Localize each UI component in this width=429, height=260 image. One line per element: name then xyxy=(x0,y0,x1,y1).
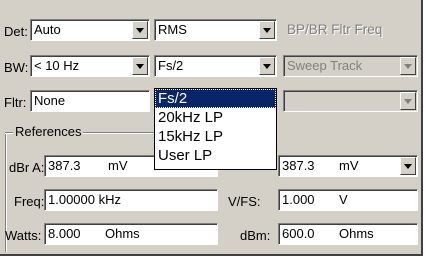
highpass-value: Fs/2 xyxy=(158,58,184,73)
bp-br-filter-freq-label: BP/BR Fltr Freq xyxy=(287,22,383,37)
chevron-down-icon xyxy=(400,57,416,75)
watts-label: Watts: xyxy=(5,228,42,243)
detector-select[interactable]: Auto xyxy=(30,19,150,41)
vfs-field[interactable]: 1.000 V xyxy=(278,189,418,211)
highpass-dropdown-list[interactable]: Fs/2 20kHz LP 15kHz LP User LP xyxy=(154,88,277,170)
mode-value: RMS xyxy=(158,22,187,37)
dropdown-option-15khz-lp[interactable]: 15kHz LP xyxy=(155,127,276,146)
bandwidth-value: < 10 Hz xyxy=(34,58,80,73)
measurement-mode-select[interactable]: RMS xyxy=(154,19,277,41)
dbm-unit: Ohms xyxy=(339,226,374,241)
frequency-value: 1.00000 kHz xyxy=(48,192,121,207)
fltr-label: Fltr: xyxy=(4,95,27,110)
filter-value: None xyxy=(34,93,66,108)
vfs-label: V/FS: xyxy=(228,194,261,209)
analyzer-settings-panel: Det: Auto RMS BP/BR Fltr Freq BW: < 10 H… xyxy=(0,0,423,256)
detector-value: Auto xyxy=(34,22,61,37)
dbra-label: dBr A: xyxy=(9,160,45,175)
dropdown-option-user-lp[interactable]: User LP xyxy=(155,146,276,165)
chevron-down-icon[interactable] xyxy=(400,157,416,175)
watts-unit: Ohms xyxy=(105,226,140,241)
chevron-down-icon[interactable] xyxy=(132,21,148,39)
vfs-unit: V xyxy=(339,192,348,207)
vfs-value: 1.000 xyxy=(282,192,315,207)
reference-voltage-value: 387.3 xyxy=(282,158,315,173)
highpass-select[interactable]: Fs/2 xyxy=(154,55,277,77)
reference-voltage-select[interactable]: 387.3 mV xyxy=(278,155,418,177)
references-title: References xyxy=(13,124,84,139)
chevron-down-icon xyxy=(400,92,416,110)
freq-label: Freq: xyxy=(14,194,45,209)
chevron-down-icon[interactable] xyxy=(259,57,275,75)
dbm-label: dBm: xyxy=(240,228,271,243)
dbm-field[interactable]: 600.0 Ohms xyxy=(278,223,418,245)
sweep-track-select: Sweep Track xyxy=(283,55,418,77)
bw-label: BW: xyxy=(4,60,29,75)
sweep-track-value: Sweep Track xyxy=(287,58,363,73)
dbm-value: 600.0 xyxy=(282,226,315,241)
reference-voltage-unit: mV xyxy=(339,158,359,173)
frequency-field[interactable]: 1.00000 kHz xyxy=(44,189,218,211)
dbra-value: 387.3 xyxy=(48,158,81,173)
watts-field[interactable]: 8.000 Ohms xyxy=(44,223,218,245)
chevron-down-icon[interactable] xyxy=(132,57,148,75)
chevron-down-icon[interactable] xyxy=(259,21,275,39)
filter-select[interactable]: None xyxy=(30,90,150,112)
dropdown-option-20khz-lp[interactable]: 20kHz LP xyxy=(155,108,276,127)
filter-freq-select xyxy=(283,90,418,112)
dropdown-option-fs2[interactable]: Fs/2 xyxy=(155,89,276,108)
det-label: Det: xyxy=(4,24,28,39)
bandwidth-select[interactable]: < 10 Hz xyxy=(30,55,150,77)
dbra-unit: mV xyxy=(108,158,128,173)
watts-value: 8.000 xyxy=(48,226,81,241)
